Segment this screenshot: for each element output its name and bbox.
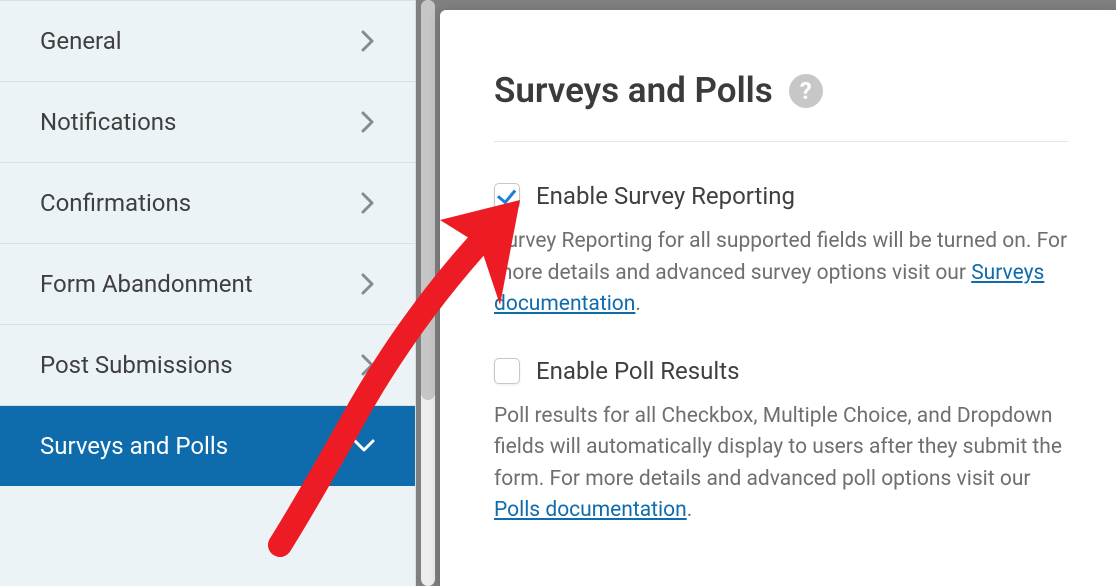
enable-poll-results-option: Enable Poll Results Poll results for all… — [494, 357, 1068, 527]
chevron-right-icon — [361, 111, 375, 133]
settings-sidebar: General Notifications Confirmations Form… — [0, 0, 416, 586]
chevron-right-icon — [361, 354, 375, 376]
enable-poll-results-checkbox[interactable] — [494, 358, 520, 384]
sidebar-item-confirmations[interactable]: Confirmations — [0, 163, 415, 244]
chevron-down-icon — [353, 439, 375, 453]
option-label: Enable Poll Results — [536, 357, 739, 385]
option-description: Survey Reporting for all supported field… — [494, 226, 1068, 321]
settings-panel: Surveys and Polls ? Enable Survey Report… — [440, 10, 1116, 586]
option-label: Enable Survey Reporting — [536, 182, 795, 210]
sidebar-item-form-abandonment[interactable]: Form Abandonment — [0, 244, 415, 325]
sidebar-item-label: Form Abandonment — [40, 270, 253, 298]
scrollbar-track[interactable] — [421, 0, 435, 586]
sidebar-item-label: Confirmations — [40, 189, 191, 217]
chevron-right-icon — [361, 273, 375, 295]
chevron-right-icon — [361, 192, 375, 214]
panel-header: Surveys and Polls ? — [494, 70, 1068, 142]
sidebar-item-post-submissions[interactable]: Post Submissions — [0, 325, 415, 406]
enable-survey-reporting-checkbox[interactable] — [494, 183, 520, 209]
sidebar-item-notifications[interactable]: Notifications — [0, 82, 415, 163]
scrollbar-thumb[interactable] — [421, 0, 435, 400]
sidebar-item-label: Post Submissions — [40, 351, 233, 379]
sidebar-item-label: Notifications — [40, 108, 176, 136]
sidebar-item-label: General — [40, 27, 122, 55]
polls-documentation-link[interactable]: Polls documentation — [494, 498, 687, 522]
scrollbar-gutter — [416, 0, 440, 586]
option-description: Poll results for all Checkbox, Multiple … — [494, 401, 1068, 527]
help-icon[interactable]: ? — [789, 74, 823, 108]
panel-container: Surveys and Polls ? Enable Survey Report… — [440, 0, 1116, 586]
chevron-right-icon — [361, 30, 375, 52]
panel-title: Surveys and Polls — [494, 70, 773, 111]
option-header: Enable Poll Results — [494, 357, 1068, 385]
option-header: Enable Survey Reporting — [494, 182, 1068, 210]
enable-survey-reporting-option: Enable Survey Reporting Survey Reporting… — [494, 182, 1068, 321]
sidebar-item-general[interactable]: General — [0, 0, 415, 82]
sidebar-item-label: Surveys and Polls — [40, 432, 228, 460]
sidebar-item-surveys-and-polls[interactable]: Surveys and Polls — [0, 406, 415, 486]
